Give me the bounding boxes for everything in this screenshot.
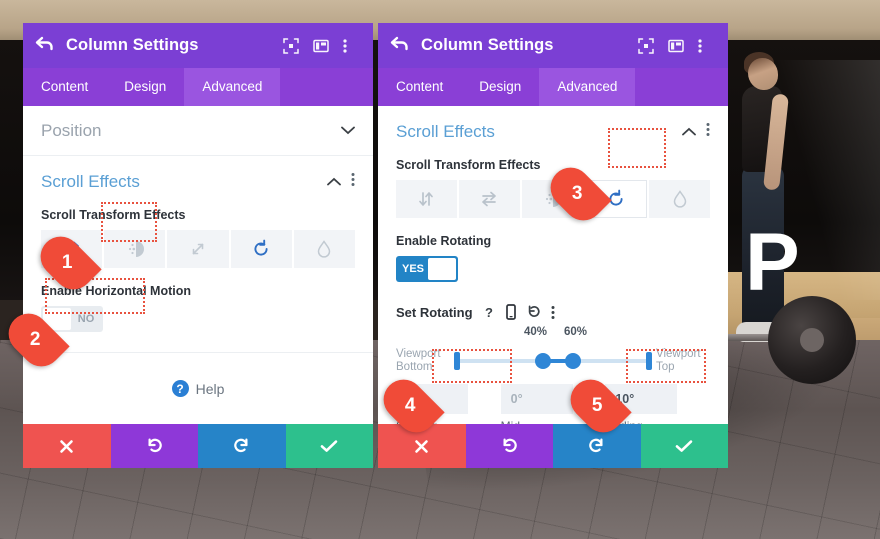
tab-design[interactable]: Design <box>461 68 539 106</box>
panel-action-bar <box>23 424 373 468</box>
section-scroll-effects-header: Scroll Effects <box>41 172 355 192</box>
panel-tabs: Content Design Advanced <box>378 68 728 106</box>
layout-columns-icon[interactable] <box>668 38 684 54</box>
enable-rotating-label: Enable Rotating <box>396 234 492 248</box>
panel-body: Scroll Effects Scroll Transform Effects <box>378 106 728 424</box>
undo-button[interactable] <box>110 424 198 468</box>
undo-button[interactable] <box>465 424 553 468</box>
slider-handle-mid-end[interactable] <box>564 353 581 370</box>
section-position[interactable]: Position <box>23 106 373 156</box>
viewport-bottom-label: Viewport Bottom <box>396 348 450 374</box>
back-arrow-icon[interactable] <box>390 36 409 55</box>
discard-button[interactable] <box>23 424 111 468</box>
callout-3-number: 3 <box>571 182 583 204</box>
mid-rotation-input[interactable]: 0° <box>500 384 573 414</box>
slider-end-cap[interactable] <box>646 352 652 371</box>
tab-content[interactable]: Content <box>378 68 461 106</box>
viewport-top-line1: Viewport <box>656 348 701 360</box>
toggle-value: NO <box>77 313 95 325</box>
help-icon[interactable]: ? <box>482 305 496 320</box>
more-options-icon[interactable] <box>551 305 555 320</box>
more-options-icon[interactable] <box>706 122 710 142</box>
panel-header: Column Settings <box>378 23 728 68</box>
slider-track-row: Viewport Bottom Viewport Top <box>396 348 710 374</box>
watermark-logo: P <box>745 217 800 308</box>
slider-start-cap[interactable] <box>454 352 460 371</box>
section-scroll-effects-tools <box>682 122 710 142</box>
viewport-bottom-line2: Bottom <box>396 361 433 374</box>
panel-header-icons <box>283 37 361 54</box>
slider-handle-mid-start[interactable] <box>535 353 552 370</box>
set-rotating-label: Set Rotating <box>396 304 473 320</box>
section-scroll-effects-tools <box>327 172 355 192</box>
save-button[interactable] <box>285 424 373 468</box>
scroll-transform-effects-label: Scroll Transform Effects <box>396 158 541 172</box>
fade-icon[interactable] <box>104 230 166 268</box>
tab-design[interactable]: Design <box>106 68 184 106</box>
callout-5-number: 5 <box>591 394 603 416</box>
callout-1-number: 1 <box>61 251 73 273</box>
callout-4-number: 4 <box>404 394 416 416</box>
enable-horizontal-motion-label: Enable Horizontal Motion <box>41 284 191 298</box>
viewport-top-label: Viewport Top <box>656 348 710 374</box>
blur-icon[interactable] <box>649 180 710 218</box>
help-label: Help <box>195 380 225 397</box>
chevron-up-icon[interactable] <box>327 173 341 191</box>
back-arrow-icon[interactable] <box>35 36 54 55</box>
panel-title: Column Settings <box>421 36 554 54</box>
help-row[interactable]: ? Help <box>23 352 373 424</box>
callout-2-number: 2 <box>29 328 41 350</box>
set-rotating-row: Set Rotating ? <box>396 304 710 320</box>
section-scroll-effects-title: Scroll Effects <box>396 122 495 141</box>
section-scroll-effects: Scroll Effects Scroll Transform Effects <box>378 106 728 424</box>
panel-header: Column Settings <box>23 23 373 68</box>
rotation-slider: 40% 60% Viewport Bottom Viewport Top <box>396 326 710 382</box>
more-options-icon[interactable] <box>343 38 359 54</box>
panel-title: Column Settings <box>66 36 199 54</box>
section-scroll-effects-header: Scroll Effects <box>396 122 710 142</box>
panel-header-icons <box>638 37 716 54</box>
viewport-bottom-line1: Viewport <box>396 348 441 360</box>
blur-icon[interactable] <box>293 230 356 268</box>
svg-text:?: ? <box>485 305 493 320</box>
slider-mid-end-percent: 60% <box>564 326 588 338</box>
more-options-icon[interactable] <box>698 38 714 54</box>
section-position-title: Position <box>41 120 102 140</box>
horizontal-motion-icon[interactable] <box>458 180 520 218</box>
toggle-knob <box>428 258 456 280</box>
viewport-top-line2: Top <box>656 361 675 374</box>
vertical-motion-icon[interactable] <box>396 180 457 218</box>
slider-mid-start-percent: 40% <box>524 326 548 338</box>
slider-percent-labels: 40% 60% <box>396 326 710 342</box>
enable-rotating-toggle[interactable]: YES <box>396 256 458 282</box>
rotation-values-row: 20° Starting Rotation 0° Mid Rotation 10… <box>396 384 710 424</box>
panel-action-bar <box>378 424 728 468</box>
rotate-icon[interactable] <box>230 230 292 268</box>
help-icon: ? <box>171 380 189 397</box>
toggle-value: YES <box>401 263 424 275</box>
barbell-plate-hub <box>800 328 824 352</box>
tab-advanced[interactable]: Advanced <box>539 68 636 106</box>
redo-button[interactable] <box>198 424 286 468</box>
save-button[interactable] <box>640 424 728 468</box>
tab-advanced[interactable]: Advanced <box>184 68 281 106</box>
responsive-view-icon[interactable] <box>638 37 654 54</box>
section-scroll-effects-title: Scroll Effects <box>41 172 140 191</box>
scroll-transform-effects-label: Scroll Transform Effects <box>41 208 186 222</box>
chevron-up-icon[interactable] <box>682 123 696 141</box>
mobile-icon[interactable] <box>505 304 517 320</box>
scale-icon[interactable] <box>167 230 229 268</box>
chevron-down-icon[interactable] <box>341 123 355 138</box>
slider-track[interactable] <box>454 350 652 372</box>
panel-tabs: Content Design Advanced <box>23 68 373 106</box>
mid-rotation-caption-line1: Mid <box>501 419 520 424</box>
layout-columns-icon[interactable] <box>313 38 329 54</box>
reset-icon[interactable] <box>526 304 542 320</box>
tab-content[interactable]: Content <box>23 68 106 106</box>
responsive-view-icon[interactable] <box>283 37 299 54</box>
more-options-icon[interactable] <box>351 172 355 192</box>
